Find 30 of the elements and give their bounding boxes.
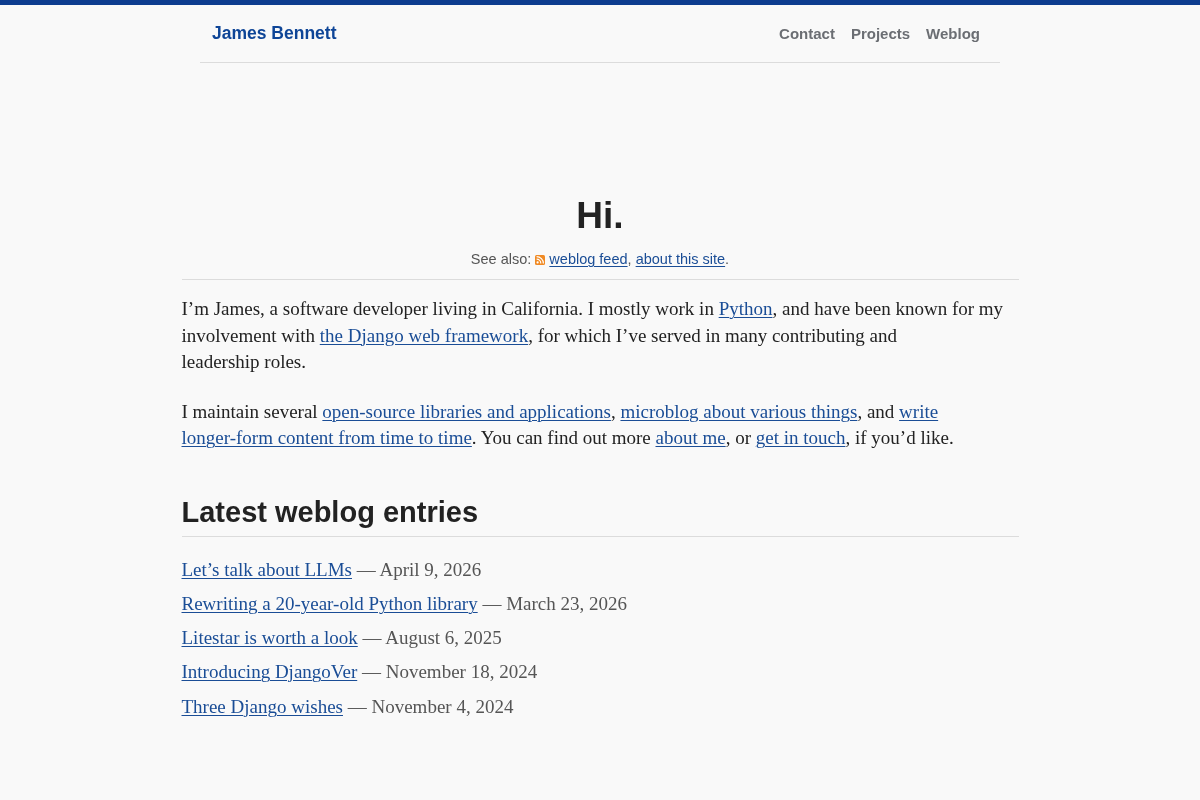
text-link[interactable]: Python — [718, 298, 773, 319]
entry-date: — April 9, 2026 — [356, 558, 482, 580]
text-link[interactable]: open-source libraries and applications — [322, 400, 611, 422]
entry-link[interactable]: Introducing DjangoVer — [181, 661, 358, 683]
text-link[interactable]: about me — [655, 427, 726, 448]
nav-link[interactable]: Contact — [779, 25, 835, 42]
entry-date: — November 4, 2024 — [347, 695, 514, 717]
entry-link[interactable]: Rewriting a 20-year-old Python library — [181, 592, 478, 614]
text-link[interactable]: get in touch — [755, 427, 846, 448]
site-title[interactable]: James Bennett — [212, 23, 337, 44]
see-also-line: See also: weblog feed, about this site. — [469, 250, 731, 269]
page-heading: Hi. — [575, 194, 625, 238]
nav-link[interactable]: Projects — [850, 25, 911, 42]
entry-date: — August 6, 2025 — [362, 627, 502, 649]
intro-paragraph: I’m James, a software developer living in California. I mostly work in Python, and have been known for my involvement with the Django web framework, for which I’ve served in many contributing and leadership roles. — [181, 297, 1005, 374]
entry-date: — March 23, 2026 — [482, 592, 627, 614]
nav-link[interactable]: Weblog — [926, 25, 980, 42]
rss-feed-icon — [535, 255, 546, 265]
entry-link[interactable]: Litestar is worth a look — [181, 627, 358, 649]
entry-link[interactable]: Let’s talk about LLMs — [181, 558, 352, 580]
section-heading: Latest weblog entries — [181, 491, 1019, 537]
text-link[interactable]: about this site — [635, 251, 726, 267]
entry-link[interactable]: Three Django wishes — [181, 695, 343, 717]
text-link[interactable]: microblog about various things — [620, 400, 858, 422]
text-link[interactable]: longer-form content from time to time — [181, 427, 472, 448]
text-link[interactable]: write — [899, 400, 939, 422]
text-link[interactable]: the Django web framework — [319, 324, 529, 346]
feed-link[interactable]: weblog feed — [549, 251, 628, 267]
entry-date: — November 18, 2024 — [361, 661, 538, 683]
intro-paragraph: I maintain several open-source libraries and applications, microblog about various things, and write longer-form content from time to time. You can find out more about me, or get in touch, if you’d like. — [181, 399, 955, 450]
